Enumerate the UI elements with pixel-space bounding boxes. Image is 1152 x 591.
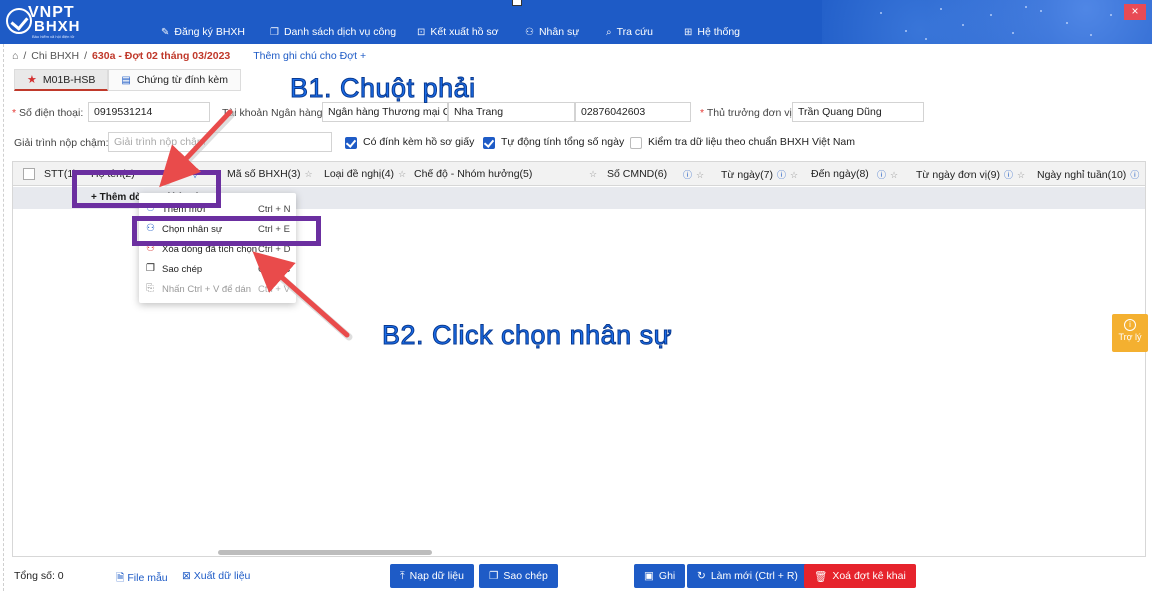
export-data-label: Xuất dữ liệu [193,570,251,582]
refresh-button[interactable]: ↻ Làm mới (Ctrl + R) [687,564,808,588]
arrow-step2 [252,251,350,338]
save-label: Ghi [658,570,676,582]
file-icon: 🗎 [116,572,125,584]
load-data-button[interactable]: ⤒ Nạp dữ liệu [390,564,474,588]
export-icon: ⊠ [182,570,191,582]
copy-label: Sao chép [503,570,548,582]
annotation-step1: B1. Chuột phải [290,73,476,104]
save-icon: ▣ [644,570,654,582]
trash-icon: 🗑 [814,570,828,583]
footer-bar: Tổng số: 0 🗎 File mẫu ⊠ Xuất dữ liệu ⤒ Nạ… [0,562,1152,588]
annotation-step2: B2. Click chọn nhân sự [381,320,673,351]
assistant-label: Trợ lý [1118,332,1142,342]
arrow-step1 [159,109,233,188]
total-count: Tổng số: 0 [14,570,64,582]
file-template-label: File mẫu [127,572,168,584]
file-template-link[interactable]: 🗎 File mẫu [116,570,168,588]
refresh-label: Làm mới (Ctrl + R) [710,570,798,582]
export-data-link[interactable]: ⊠ Xuất dữ liệu [182,570,250,582]
delete-batch-button[interactable]: 🗑 Xoá đợt kê khai [804,564,916,588]
upload-icon: ⤒ [400,569,405,582]
refresh-icon: ↻ [697,570,706,582]
copy-button[interactable]: ❐ Sao chép [479,564,558,588]
assistant-button[interactable]: i Trợ lý [1112,314,1148,352]
info-icon: i [1124,319,1136,331]
save-button[interactable]: ▣ Ghi [634,564,686,588]
delete-batch-label: Xoá đợt kê khai [832,570,906,582]
copy-icon: ❐ [489,570,499,582]
annotation-arrows [159,109,353,341]
load-data-label: Nạp dữ liệu [409,570,464,582]
